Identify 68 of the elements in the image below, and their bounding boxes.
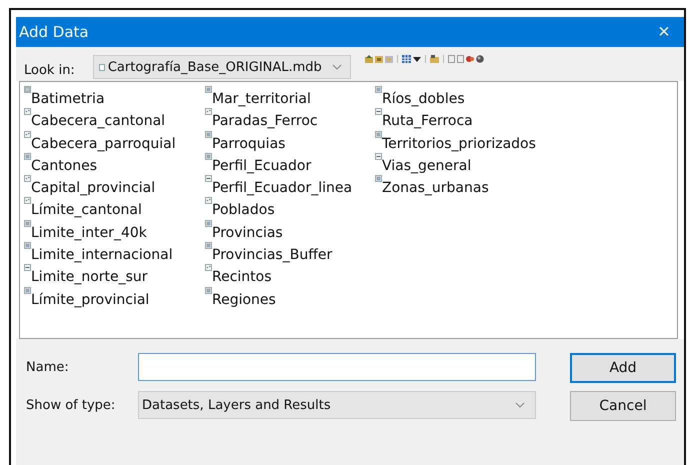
point-layer-icon bbox=[205, 108, 212, 116]
list-item[interactable]: Cantones bbox=[24, 152, 205, 176]
list-item[interactable]: Territorios_priorizados bbox=[375, 130, 556, 153]
line-layer-icon bbox=[205, 175, 212, 182]
list-item[interactable]: Parroquias bbox=[205, 130, 375, 153]
list-item[interactable]: Zonas_urbanas bbox=[375, 175, 556, 198]
add-button[interactable]: Add bbox=[570, 353, 676, 383]
raster-layer-icon bbox=[24, 86, 31, 93]
point-layer-icon bbox=[205, 264, 212, 272]
list-item[interactable]: Mar_territorial bbox=[205, 86, 375, 108]
type-label: Show of type: bbox=[26, 398, 116, 412]
list-item[interactable]: Regiones bbox=[205, 286, 375, 309]
name-label: Name: bbox=[26, 360, 70, 374]
polygon-layer-icon bbox=[24, 242, 31, 250]
point-layer-icon bbox=[24, 130, 31, 138]
look-in-label: Look in: bbox=[24, 63, 75, 78]
list-item[interactable]: Limite_inter_40k bbox=[24, 220, 205, 242]
polygon-layer-icon bbox=[205, 242, 212, 250]
line-layer-icon bbox=[24, 264, 31, 272]
list-item[interactable]: Límite_provincial bbox=[24, 286, 205, 309]
cancel-button[interactable]: Cancel bbox=[570, 391, 676, 421]
polygon-layer-icon bbox=[205, 86, 212, 93]
point-layer-icon bbox=[24, 108, 31, 116]
line-layer-icon bbox=[375, 152, 382, 160]
list-item[interactable]: Límite_cantonal bbox=[24, 197, 205, 220]
new-folder-icon[interactable] bbox=[430, 55, 439, 63]
list-item[interactable]: Recintos bbox=[205, 264, 375, 287]
caret-icon[interactable] bbox=[412, 56, 421, 62]
list-item[interactable]: Perfil_Ecuador_linea bbox=[205, 175, 375, 198]
close-button[interactable]: × bbox=[644, 17, 684, 47]
polygon-layer-icon bbox=[205, 220, 212, 227]
list-item[interactable]: Vias_general bbox=[375, 152, 556, 176]
type-dropdown[interactable]: Datasets, Layers and Results bbox=[138, 391, 536, 419]
chevron-icon bbox=[332, 64, 342, 70]
chevron-icon bbox=[515, 402, 525, 408]
folder-up-icon[interactable] bbox=[364, 55, 373, 63]
polygon-layer-icon bbox=[24, 152, 31, 160]
list-item[interactable]: Perfil_Ecuador bbox=[205, 152, 375, 176]
window-title: Add Data bbox=[19, 23, 89, 41]
list-item[interactable]: Limite_internacional bbox=[24, 242, 205, 264]
list-item[interactable]: Batimetria bbox=[24, 86, 205, 108]
list-item[interactable]: Ríos_dobles bbox=[375, 86, 556, 108]
list-item[interactable]: Provincias bbox=[205, 220, 375, 242]
polygon-layer-icon bbox=[375, 86, 382, 93]
folder-icon[interactable] bbox=[374, 55, 383, 63]
list-item[interactable]: Cabecera_parroquial bbox=[24, 130, 205, 153]
list-item[interactable]: Provincias_Buffer bbox=[205, 242, 375, 264]
list-item[interactable]: Ruta_Ferroca bbox=[375, 108, 556, 131]
grid-view-icon[interactable] bbox=[402, 55, 411, 63]
list-item[interactable]: Cabecera_cantonal bbox=[24, 108, 205, 131]
polygon-layer-icon bbox=[375, 130, 382, 138]
list-item[interactable]: Limite_norte_sur bbox=[24, 264, 205, 287]
line-layer-icon bbox=[375, 108, 382, 116]
list-item[interactable]: Capital_provincial bbox=[24, 175, 205, 198]
database-icon bbox=[98, 64, 105, 70]
polygon-layer-icon bbox=[375, 175, 382, 182]
look-in-dropdown[interactable]: Cartografía_Base_ORIGINAL.mdb bbox=[92, 55, 351, 79]
point-layer-icon bbox=[24, 175, 31, 182]
polygon-layer-icon bbox=[205, 152, 212, 160]
polygon-layer-icon bbox=[24, 286, 31, 294]
polygon-layer-icon bbox=[205, 130, 212, 138]
list-item[interactable]: Poblados bbox=[205, 197, 375, 220]
name-input[interactable] bbox=[138, 353, 536, 381]
polygon-layer-icon bbox=[24, 220, 31, 227]
point-layer-icon bbox=[205, 197, 212, 204]
list-item[interactable]: Paradas_Ferroc bbox=[205, 108, 375, 131]
point-layer-icon bbox=[24, 197, 31, 204]
polygon-layer-icon bbox=[205, 286, 212, 294]
